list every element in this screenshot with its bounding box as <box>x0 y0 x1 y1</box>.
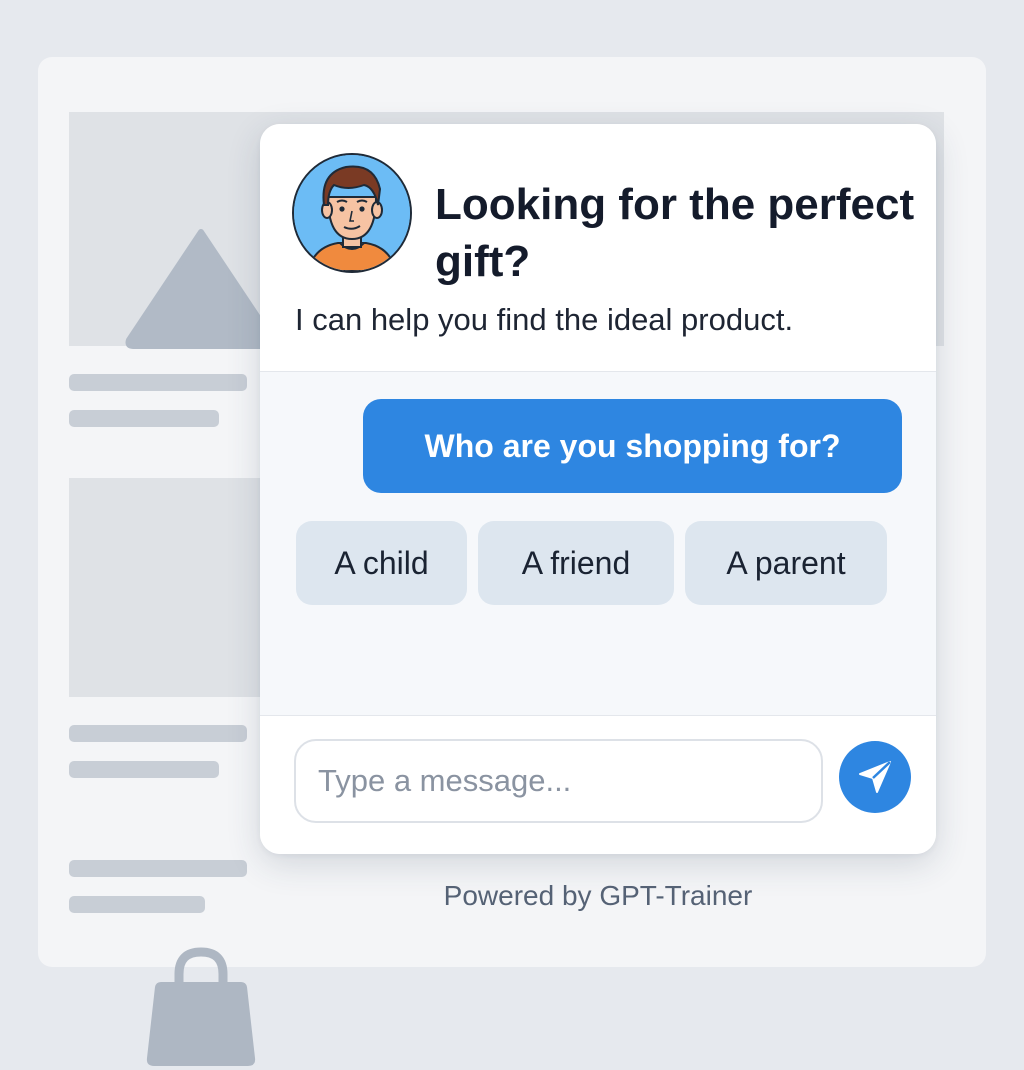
quick-reply-child[interactable]: A child <box>296 521 467 605</box>
bot-message-bubble: Who are you shopping for? <box>363 399 902 493</box>
placeholder-text-line <box>69 860 247 877</box>
chat-subtitle: I can help you find the ideal product. <box>295 302 794 337</box>
placeholder-image <box>69 478 269 1066</box>
placeholder-text-line <box>69 374 247 391</box>
powered-by-label: Powered by GPT-Trainer <box>443 880 753 911</box>
quick-reply-parent[interactable]: A parent <box>685 521 887 605</box>
chat-messages: Who are you shopping for? A child A frie… <box>260 372 936 715</box>
chat-header: Looking for the perfect gift? I can help… <box>260 124 936 372</box>
paper-plane-icon <box>859 761 891 793</box>
send-button[interactable] <box>839 741 911 813</box>
avatar-man-icon <box>292 153 412 273</box>
chat-title: Looking for the perfect gift? <box>435 180 915 286</box>
placeholder-text-line <box>69 410 219 427</box>
placeholder-text-line <box>69 761 219 778</box>
chat-input-bar <box>260 715 936 854</box>
chat-widget: Looking for the perfect gift? I can help… <box>260 124 936 854</box>
placeholder-text-line <box>69 725 247 742</box>
triangle-icon <box>125 229 277 349</box>
shopping-bag-icon <box>146 947 256 1066</box>
placeholder-text-line <box>69 896 205 913</box>
quick-reply-friend[interactable]: A friend <box>478 521 674 605</box>
message-input[interactable] <box>294 739 823 823</box>
